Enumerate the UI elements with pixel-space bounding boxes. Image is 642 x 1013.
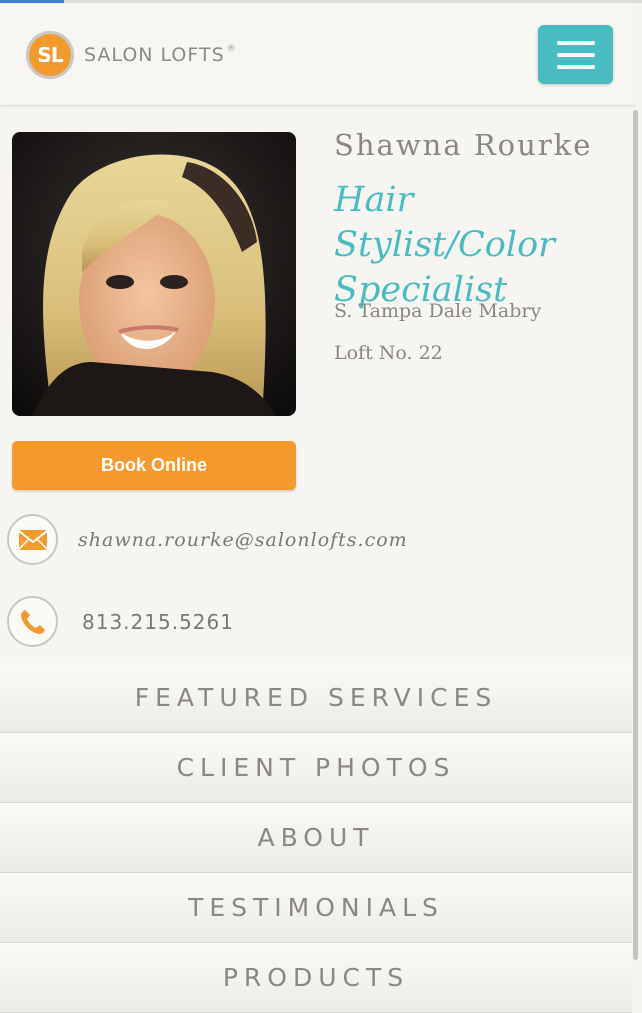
hamburger-menu-icon-bar <box>556 64 595 69</box>
nav-featured-services[interactable]: FEATURED SERVICES <box>0 663 632 733</box>
loft-location: S. Tampa Dale Mabry Loft No. 22 <box>334 290 541 374</box>
nav-client-photos[interactable]: CLIENT PHOTOS <box>0 733 632 803</box>
salon-lofts-logo[interactable]: SL SALON LOFTS ® <box>26 31 237 79</box>
phone-link[interactable]: 813.215.5261 <box>82 610 234 634</box>
nav-about[interactable]: ABOUT <box>0 803 632 873</box>
email-link[interactable]: shawna.rourke@salonlofts.com <box>78 529 408 551</box>
logo-wordmark: SALON LOFTS <box>84 44 225 66</box>
nav-testimonials[interactable]: TESTIMONIALS <box>0 873 632 943</box>
loft-number: Loft No. 22 <box>334 342 443 364</box>
email-row[interactable]: shawna.rourke@salonlofts.com <box>7 514 408 565</box>
site-header: SL SALON LOFTS ® <box>0 3 636 106</box>
hamburger-menu-icon <box>556 40 595 45</box>
envelope-icon[interactable] <box>7 514 58 565</box>
location-line: S. Tampa Dale Mabry <box>334 300 542 322</box>
stylist-photo <box>12 132 296 416</box>
menu-button[interactable] <box>538 25 613 84</box>
profile-nav: FEATURED SERVICES CLIENT PHOTOS ABOUT TE… <box>0 663 632 1013</box>
phone-icon[interactable] <box>7 596 58 647</box>
scrollbar[interactable] <box>633 110 638 960</box>
logo-registered-mark: ® <box>226 44 237 54</box>
phone-row[interactable]: 813.215.5261 <box>7 596 234 647</box>
stylist-name: Shawna Rourke <box>334 128 593 162</box>
logo-text: SALON LOFTS ® <box>84 44 237 66</box>
book-online-button[interactable]: Book Online <box>12 441 296 490</box>
nav-products[interactable]: PRODUCTS <box>0 943 632 1013</box>
hamburger-menu-icon-bar <box>556 52 595 57</box>
logo-badge: SL <box>26 31 74 79</box>
